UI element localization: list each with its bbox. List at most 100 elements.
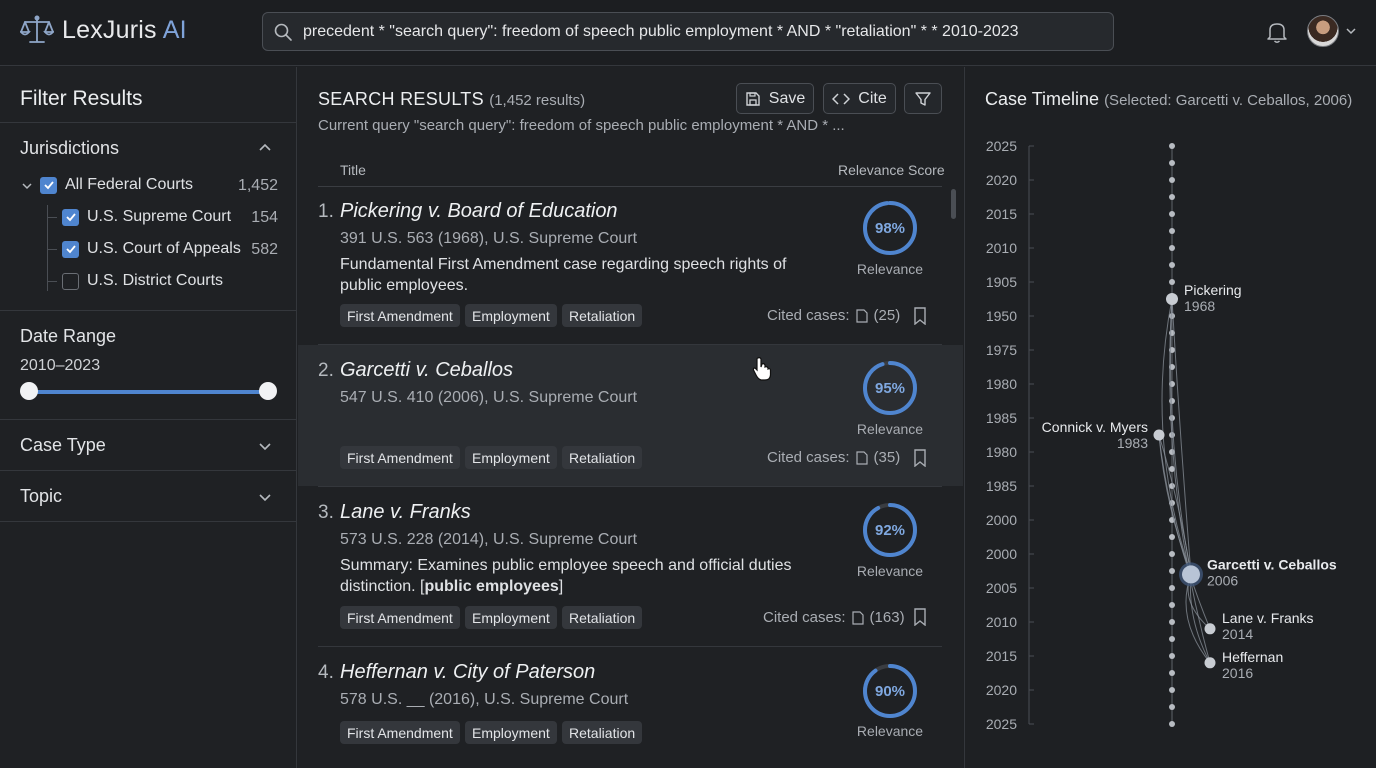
result-number: 2. (318, 360, 334, 381)
checkbox-checked[interactable] (62, 208, 79, 226)
tag-chip[interactable]: Employment (465, 606, 557, 629)
result-citation: 391 U.S. 563 (1968), U.S. Supreme Court (340, 230, 638, 247)
result-title[interactable]: Garcetti v. Ceballos (340, 359, 513, 382)
topic-header[interactable]: Topic (20, 486, 62, 507)
tag-chip[interactable]: First Amendment (340, 721, 460, 744)
column-header-score[interactable]: Relevance Score (838, 162, 945, 178)
save-button[interactable]: Save (736, 83, 814, 114)
timeline-dot (1169, 721, 1175, 727)
tag-chip[interactable]: Retaliation (562, 446, 643, 469)
checkbox-checked[interactable] (40, 176, 57, 194)
timeline-case-name: Heffernan (1222, 649, 1283, 665)
timeline-dot (1169, 279, 1175, 285)
result-card-selected[interactable]: 2. Garcetti v. Ceballos 547 U.S. 410 (20… (298, 345, 963, 486)
tree-connector (47, 281, 57, 282)
jurisdictions-header[interactable]: Jurisdictions (20, 138, 119, 159)
cited-cases[interactable]: Cited cases: (163) (763, 609, 905, 626)
cited-cases[interactable]: Cited cases: (25) (767, 307, 900, 324)
result-title[interactable]: Pickering v. Board of Education (340, 200, 618, 223)
chevron-down-icon[interactable] (1345, 24, 1357, 42)
bookmark-icon[interactable] (913, 608, 927, 631)
date-range-header[interactable]: Date Range (20, 326, 116, 347)
chevron-down-icon[interactable] (258, 439, 272, 458)
avatar[interactable] (1307, 15, 1339, 47)
timeline-dot (1169, 619, 1175, 625)
cited-cases[interactable]: Cited cases: (35) (767, 449, 900, 466)
tag-chip[interactable]: First Amendment (340, 304, 460, 327)
pointer-cursor-icon (752, 356, 772, 387)
search-input[interactable] (303, 22, 1113, 41)
brand-name: LexJuris AI (62, 15, 187, 44)
bookmark-icon[interactable] (913, 307, 927, 330)
result-number: 3. (318, 502, 334, 523)
timeline-dot (1169, 228, 1175, 234)
jurisdiction-item-district-courts[interactable]: U.S. District Courts (62, 269, 223, 293)
cite-button[interactable]: Cite (823, 83, 896, 114)
timeline-axis-label: 1975 (986, 342, 1017, 358)
date-range-slider[interactable] (29, 390, 269, 394)
timeline-dot (1169, 585, 1175, 591)
document-icon (855, 450, 868, 465)
timeline-dot (1169, 177, 1175, 183)
column-header-title[interactable]: Title (340, 162, 366, 178)
tag-chip[interactable]: Retaliation (562, 304, 643, 327)
divider (0, 310, 297, 311)
tag-chip[interactable]: First Amendment (340, 446, 460, 469)
chevron-down-icon[interactable] (258, 490, 272, 509)
timeline-dot (1169, 194, 1175, 200)
timeline-dot (1169, 568, 1175, 574)
timeline-axis-label: 1980 (986, 444, 1017, 460)
bookmark-icon[interactable] (913, 449, 927, 472)
result-title[interactable]: Heffernan v. City of Paterson (340, 661, 595, 684)
divider (0, 419, 297, 420)
jurisdiction-item-supreme-court[interactable]: U.S. Supreme Court (62, 205, 231, 229)
checkbox-checked[interactable] (62, 240, 79, 258)
tag-chip[interactable]: Employment (465, 304, 557, 327)
scrollbar-thumb[interactable] (951, 189, 956, 219)
checkbox-unchecked[interactable] (62, 272, 79, 290)
search-bar[interactable] (262, 12, 1114, 51)
filter-icon (915, 91, 931, 106)
result-title[interactable]: Lane v. Franks (340, 501, 471, 524)
tag-chip[interactable]: First Amendment (340, 606, 460, 629)
result-card[interactable]: 1. Pickering v. Board of Education 391 U… (298, 187, 963, 345)
slider-handle-end[interactable] (259, 382, 277, 400)
timeline-case-year: 2014 (1222, 626, 1253, 642)
timeline-dot (1169, 211, 1175, 217)
relevance-label: Relevance (856, 261, 924, 277)
timeline-dot (1169, 160, 1175, 166)
timeline-dot (1169, 262, 1175, 268)
relevance-ring: 90% (863, 664, 917, 718)
timeline-citation-curve (1158, 434, 1211, 629)
result-card[interactable]: 4. Heffernan v. City of Paterson 578 U.S… (298, 647, 963, 768)
jurisdiction-item-court-of-appeals[interactable]: U.S. Court of Appeals (62, 237, 241, 261)
timeline-dot (1169, 245, 1175, 251)
result-summary: Summary: Examines public employee speech… (340, 557, 792, 595)
bell-icon[interactable] (1266, 20, 1288, 49)
timeline-case-name: Lane v. Franks (1222, 610, 1314, 626)
timeline-chart[interactable]: 2025 2020 2015 2010 1905 1950 1975 1980 1985 1980… (965, 67, 1376, 768)
brand[interactable]: LexJuris AI (20, 14, 187, 46)
timeline-case-year: 1968 (1184, 298, 1215, 314)
chevron-up-icon[interactable] (258, 141, 272, 160)
timeline-citation-curve (1171, 298, 1192, 575)
jurisdiction-item-all-federal[interactable]: All Federal Courts (40, 173, 193, 197)
tag-chip[interactable]: Retaliation (562, 606, 643, 629)
timeline-case-node (1204, 657, 1216, 669)
count-badge: 154 (251, 209, 278, 226)
timeline-axis-label: 2010 (986, 614, 1017, 630)
timeline-dot (1169, 670, 1175, 676)
timeline-axis-label: 2020 (986, 682, 1017, 698)
tag-chip[interactable]: Employment (465, 446, 557, 469)
slider-handle-start[interactable] (20, 382, 38, 400)
result-card[interactable]: 3. Lane v. Franks 573 U.S. 228 (2014), U… (298, 487, 963, 646)
sidebar-title: Filter Results (20, 87, 143, 110)
timeline-axis-label: 2000 (986, 512, 1017, 528)
tag-chip[interactable]: Retaliation (562, 721, 643, 744)
case-type-header[interactable]: Case Type (20, 435, 106, 456)
tree-collapse-icon[interactable] (20, 179, 34, 198)
timeline-axis-label: 1985 (986, 410, 1017, 426)
tag-chip[interactable]: Employment (465, 721, 557, 744)
filter-button[interactable] (904, 83, 942, 114)
relevance-label: Relevance (856, 563, 924, 579)
